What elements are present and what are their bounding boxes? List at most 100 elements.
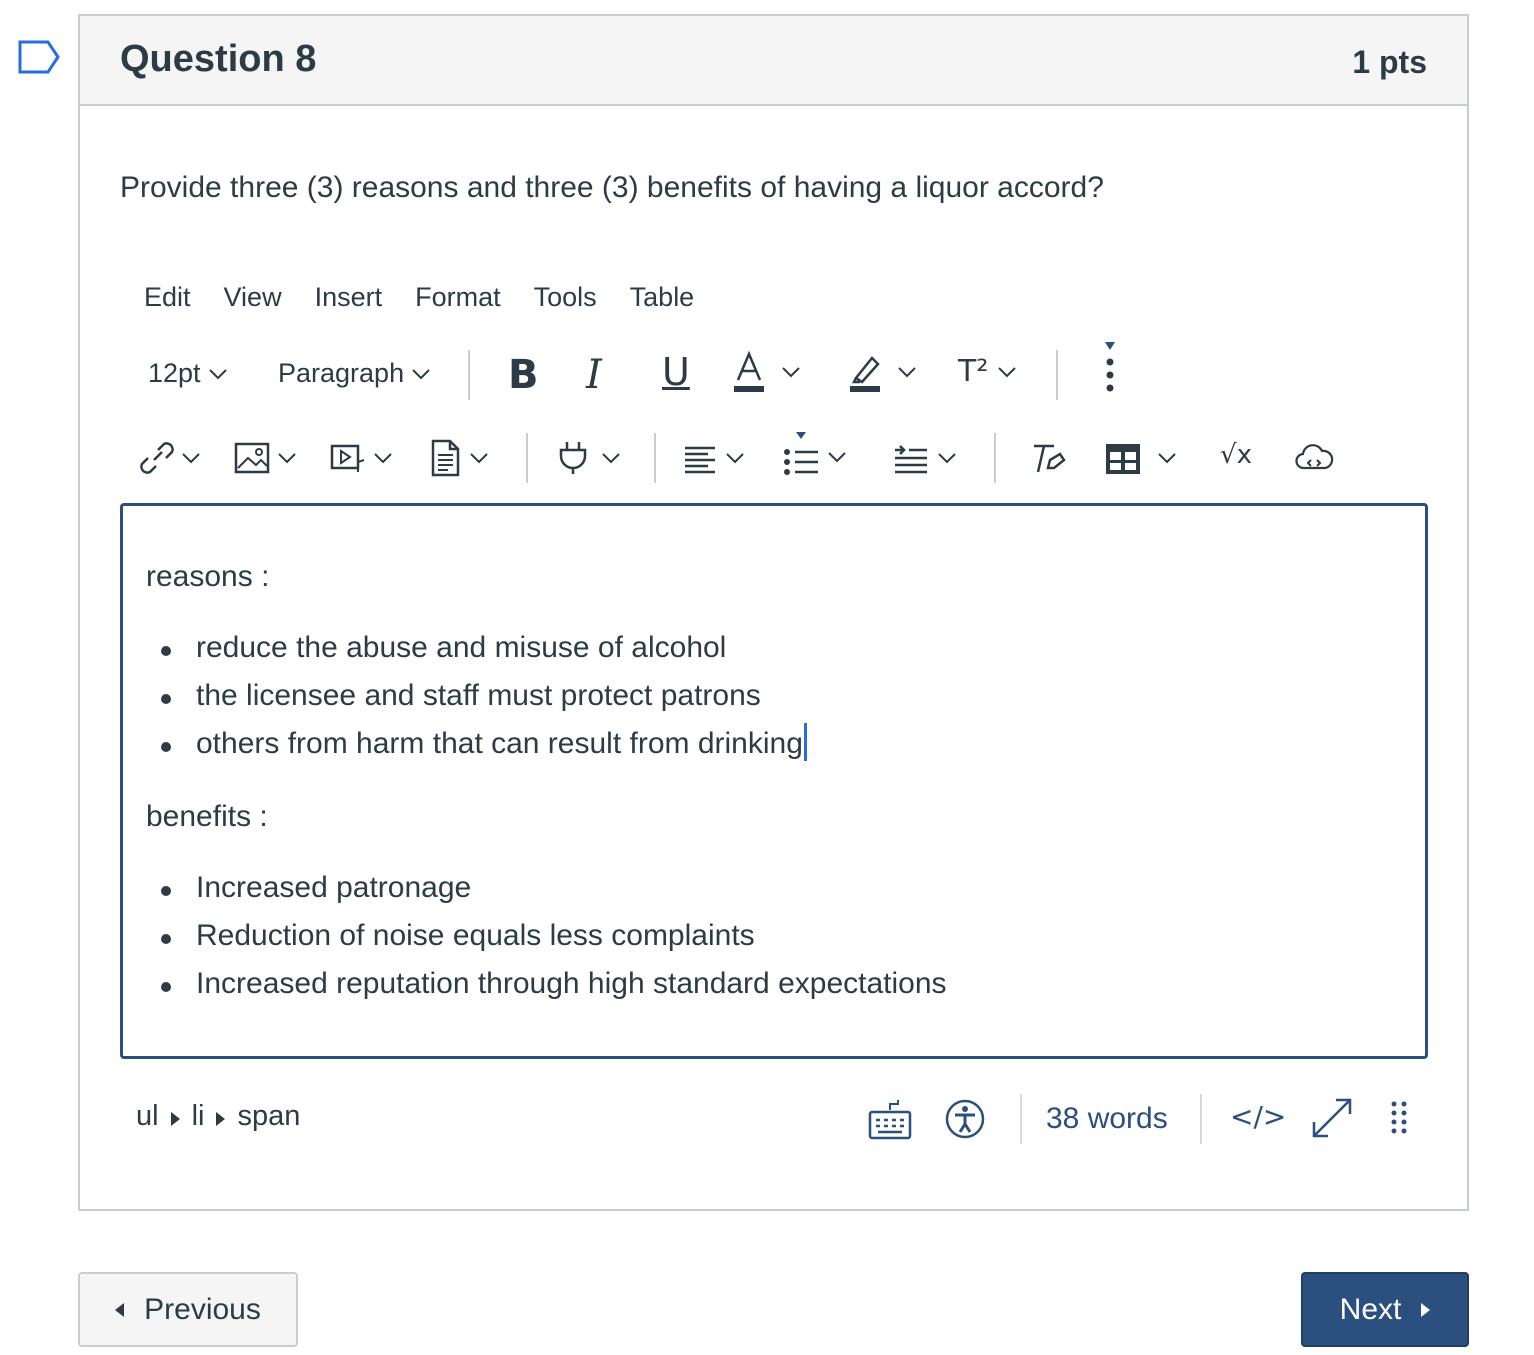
- editor-menubar: Edit View Insert Format Tools Table: [144, 282, 727, 313]
- reasons-heading: reasons :: [146, 560, 270, 593]
- statusbar-divider: [1200, 1094, 1202, 1144]
- media-icon: [330, 444, 365, 472]
- image-icon: [234, 442, 270, 474]
- chevron-down-icon: [898, 367, 916, 378]
- toolbar-divider: [1056, 350, 1058, 400]
- menu-view[interactable]: View: [224, 282, 282, 313]
- clear-formatting-icon: [1034, 444, 1066, 473]
- font-size-value: 12pt: [148, 358, 201, 388]
- fullscreen-button[interactable]: [1310, 1096, 1354, 1140]
- menu-edit[interactable]: Edit: [144, 282, 191, 313]
- indent-icon: [895, 445, 927, 474]
- chevron-down-icon: [470, 453, 488, 464]
- plug-icon: [559, 442, 587, 474]
- previous-label: Previous: [144, 1292, 261, 1326]
- chevron-down-icon: [412, 368, 430, 379]
- document-icon: [431, 439, 460, 477]
- chevron-down-icon: [938, 453, 956, 464]
- toolbar-divider: [994, 433, 996, 483]
- list-item: others from harm that can result from dr…: [161, 720, 807, 768]
- more-vertical-icon: [1105, 342, 1115, 392]
- question-card: Question 8 1 pts Provide three (3) reaso…: [78, 14, 1469, 1211]
- italic-button[interactable]: I: [586, 352, 602, 398]
- list-item: Reduction of noise equals less complaint…: [161, 912, 947, 960]
- chevron-down-icon: [782, 367, 800, 378]
- bold-button[interactable]: B: [508, 352, 539, 398]
- accessibility-checker-button[interactable]: [944, 1098, 986, 1140]
- upload-cloud-button[interactable]: [1294, 438, 1334, 478]
- highlight-color-button[interactable]: [848, 350, 916, 394]
- menu-tools[interactable]: Tools: [534, 282, 597, 313]
- document-button[interactable]: [430, 438, 488, 478]
- text-color-icon: [734, 350, 764, 392]
- accessibility-icon: [945, 1099, 985, 1139]
- menu-format[interactable]: Format: [415, 282, 501, 313]
- link-button[interactable]: [138, 438, 200, 478]
- list-item: Increased patronage: [161, 864, 947, 912]
- table-button[interactable]: [1104, 438, 1176, 478]
- caret-left-icon: [115, 1302, 125, 1317]
- apps-plugin-button[interactable]: [556, 438, 620, 478]
- caret-right-icon: [1421, 1302, 1431, 1317]
- path-span[interactable]: span: [237, 1100, 300, 1133]
- keyboard-shortcuts-button[interactable]: [868, 1100, 912, 1140]
- menu-insert[interactable]: Insert: [315, 282, 383, 313]
- highlighter-icon: [850, 356, 880, 392]
- caret-right-icon: [216, 1111, 226, 1126]
- chevron-down-icon: [182, 453, 200, 464]
- chevron-down-icon: [828, 452, 846, 463]
- list-item-text: others from harm that can result from dr…: [196, 727, 803, 760]
- question-text: Provide three (3) reasons and three (3) …: [120, 171, 1104, 204]
- keyboard-icon: [868, 1100, 912, 1140]
- question-points: 1 pts: [1352, 44, 1427, 80]
- media-button[interactable]: [330, 438, 392, 478]
- superscript-button[interactable]: T²: [958, 354, 1017, 389]
- rich-text-editor[interactable]: reasons : reduce the abuse and misuse of…: [120, 503, 1428, 1059]
- path-li[interactable]: li: [192, 1100, 205, 1133]
- math-equation-button[interactable]: √x: [1220, 440, 1252, 470]
- chevron-down-icon: [998, 366, 1017, 377]
- cloud-icon: [1295, 444, 1334, 470]
- resize-handle[interactable]: [1390, 1098, 1408, 1138]
- block-format-dropdown[interactable]: Paragraph: [278, 358, 430, 389]
- text-cursor: [803, 723, 807, 762]
- chevron-down-icon: [1158, 453, 1176, 464]
- link-icon: [140, 442, 174, 474]
- block-format-value: Paragraph: [278, 358, 405, 388]
- path-ul[interactable]: ul: [136, 1100, 159, 1133]
- list-button[interactable]: [782, 432, 846, 482]
- reasons-list: reduce the abuse and misuse of alcohol t…: [161, 624, 807, 768]
- toolbar-row-2: √x: [138, 428, 1388, 488]
- underline-button[interactable]: U: [662, 350, 690, 394]
- benefits-heading: benefits :: [146, 800, 268, 833]
- menu-table[interactable]: Table: [630, 282, 695, 313]
- indent-button[interactable]: [892, 438, 956, 478]
- align-button[interactable]: [682, 438, 744, 478]
- text-color-button[interactable]: [732, 350, 800, 394]
- previous-button[interactable]: Previous: [78, 1272, 298, 1347]
- element-path: ul li span: [136, 1100, 300, 1133]
- toolbar-divider: [654, 433, 656, 483]
- html-editor-toggle[interactable]: </>: [1230, 1100, 1286, 1133]
- flag-question-icon[interactable]: [18, 40, 60, 74]
- question-title: Question 8: [120, 38, 317, 80]
- bulleted-list-icon: [784, 432, 818, 475]
- clear-formatting-button[interactable]: [1030, 438, 1066, 478]
- benefits-list: Increased patronage Reduction of noise e…: [161, 864, 947, 1008]
- word-count[interactable]: 38 words: [1046, 1102, 1168, 1136]
- align-left-icon: [685, 446, 715, 474]
- font-size-dropdown[interactable]: 12pt: [148, 358, 227, 389]
- list-item: the licensee and staff must protect patr…: [161, 672, 807, 720]
- editor-statusbar: ul li span 38 words </>: [120, 1086, 1428, 1156]
- image-button[interactable]: [234, 438, 296, 478]
- more-toolbar-button[interactable]: [1102, 342, 1118, 398]
- superscript-label: T²: [958, 354, 989, 389]
- caret-right-icon: [170, 1111, 180, 1126]
- drag-handle-icon: [1391, 1101, 1407, 1134]
- toolbar-divider: [526, 433, 528, 483]
- next-button[interactable]: Next: [1301, 1272, 1469, 1347]
- next-label: Next: [1339, 1292, 1402, 1326]
- list-item: reduce the abuse and misuse of alcohol: [161, 624, 807, 672]
- chevron-down-icon: [602, 453, 620, 464]
- statusbar-divider: [1020, 1094, 1022, 1144]
